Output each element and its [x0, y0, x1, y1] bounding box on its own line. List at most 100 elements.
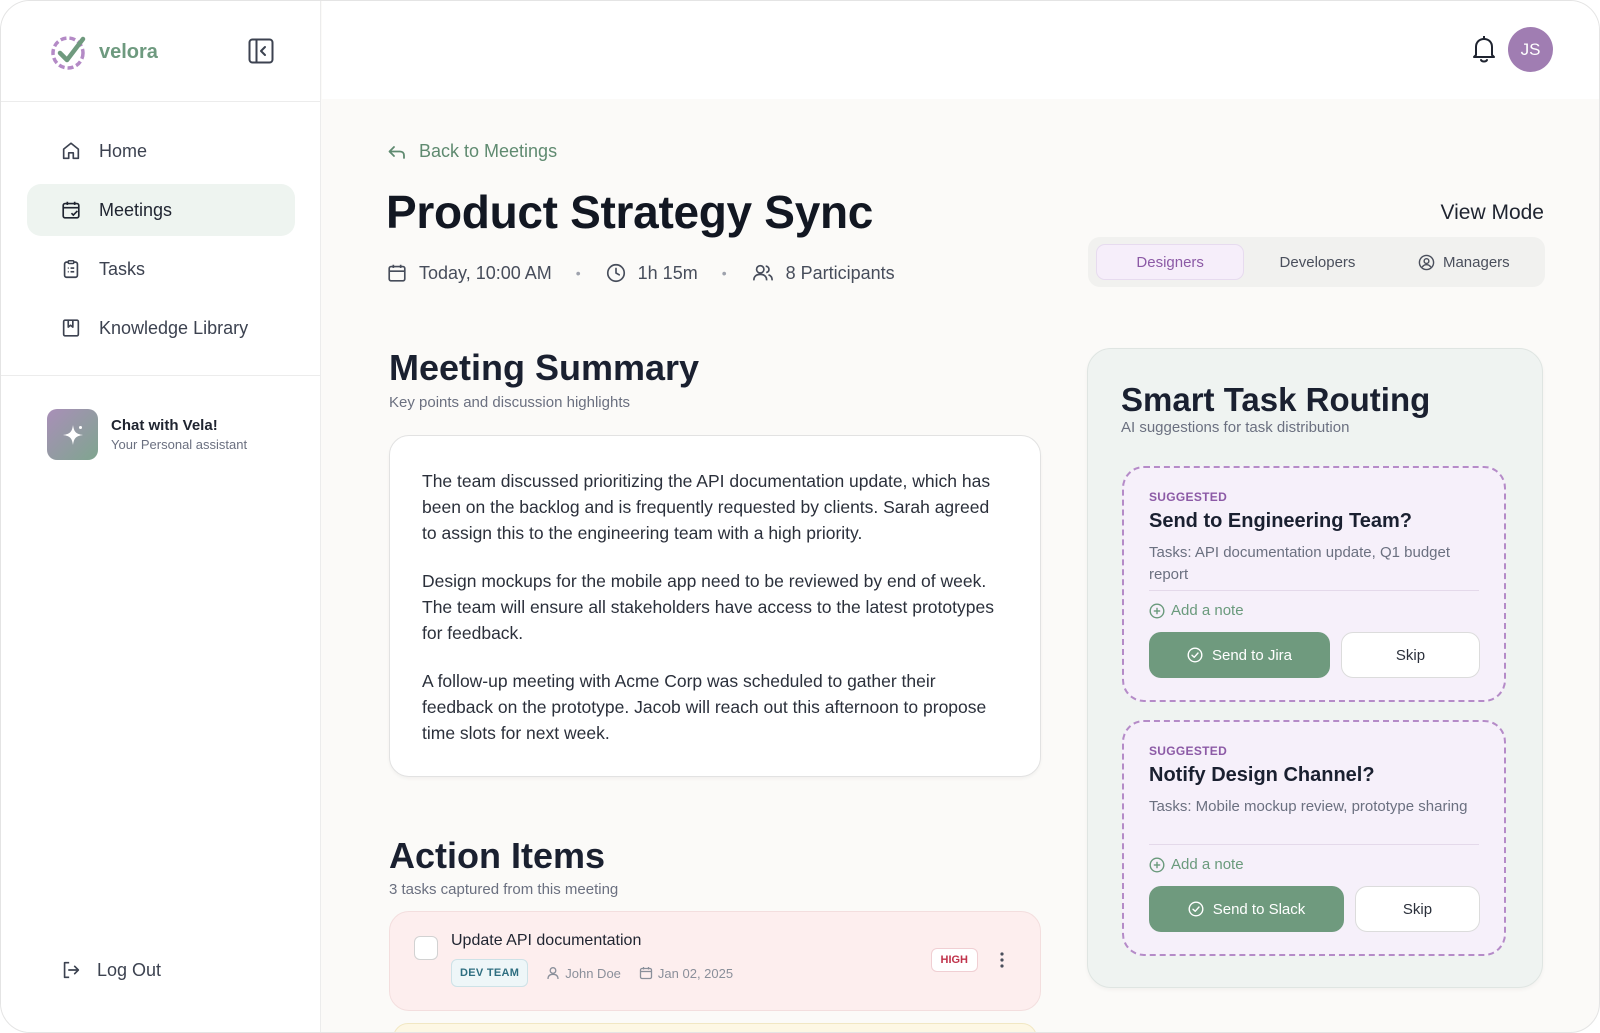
- meeting-participants: 8 Participants: [751, 262, 895, 284]
- summary-paragraph: The team discussed prioritizing the API …: [422, 471, 991, 543]
- sidebar: velora Home Meetings Tasks Knowledge Lib…: [1, 1, 321, 1032]
- due-date-text: Jan 02, 2025: [657, 965, 734, 981]
- suggested-label: SUGGESTED: [1149, 490, 1228, 504]
- team-tag: DEV TEAM: [451, 959, 529, 987]
- add-note-button[interactable]: Add a note: [1149, 856, 1244, 873]
- tab-designers[interactable]: Designers: [1096, 244, 1245, 280]
- user-icon: [547, 967, 559, 980]
- sidebar-item-label: Home: [99, 140, 148, 161]
- summary-title: Meeting Summary: [389, 347, 700, 388]
- suggestion-title: Send to Engineering Team?: [1149, 510, 1412, 532]
- back-to-meetings-link[interactable]: Back to Meetings: [387, 141, 557, 162]
- meta-separator: •: [575, 265, 581, 281]
- sidebar-item-label: Knowledge Library: [99, 317, 249, 338]
- back-label: Back to Meetings: [419, 141, 558, 161]
- sidebar-item-meetings[interactable]: Meetings: [27, 184, 295, 236]
- suggestion-tasks: Tasks: API documentation update, Q1 budg…: [1149, 544, 1451, 583]
- add-note-button[interactable]: Add a note: [1149, 602, 1244, 619]
- home-icon: [62, 142, 80, 160]
- plus-circle-icon: [1149, 856, 1165, 873]
- view-mode-label: View Mode: [1440, 201, 1544, 224]
- view-mode-tabs: Designers Developers Managers: [1088, 237, 1545, 287]
- calendar-icon: [388, 264, 406, 282]
- logout-label: Log Out: [97, 959, 162, 980]
- button-label: Send to Jira: [1211, 646, 1293, 664]
- send-to-jira-button[interactable]: Send to Jira: [1149, 632, 1330, 678]
- logout-button[interactable]: Log Out: [60, 959, 161, 981]
- summary-paragraph: Design mockups for the mobile app need t…: [422, 571, 994, 643]
- sidebar-item-tasks[interactable]: Tasks: [27, 243, 295, 295]
- send-to-slack-button[interactable]: Send to Slack: [1149, 886, 1344, 932]
- user-circle-icon: [1418, 254, 1435, 270]
- action-items-subtitle: 3 tasks captured from this meeting: [389, 881, 619, 898]
- sidebar-item-knowledge-library[interactable]: Knowledge Library: [27, 302, 295, 354]
- tab-label: Designers: [1136, 253, 1204, 271]
- brand-name: velora: [99, 40, 158, 63]
- task-due-date: Jan 02, 2025: [639, 966, 733, 981]
- add-note-label: Add a note: [1171, 602, 1244, 619]
- topbar: JS: [322, 1, 1599, 99]
- meta-separator: •: [721, 265, 727, 281]
- action-items-title: Action Items: [389, 835, 606, 876]
- plus-circle-icon: [1149, 602, 1165, 619]
- sidebar-divider: [1, 101, 321, 102]
- app-window: velora Home Meetings Tasks Knowledge Lib…: [0, 0, 1600, 1033]
- tab-label: Managers: [1442, 253, 1510, 271]
- tab-developers[interactable]: Developers: [1244, 244, 1390, 280]
- more-options-icon[interactable]: [1000, 952, 1004, 968]
- meeting-time: Today, 10:00 AM: [386, 262, 552, 284]
- collapse-sidebar-button[interactable]: [248, 38, 274, 64]
- skip-button[interactable]: Skip: [1341, 632, 1480, 678]
- task-meta: DEV TEAM John Doe Jan 02, 2025: [451, 959, 733, 987]
- action-item[interactable]: [393, 1023, 1037, 1032]
- bookmark-icon: [62, 319, 80, 337]
- suggestion-card: SUGGESTED Send to Engineering Team? Task…: [1122, 466, 1506, 702]
- clock-icon: [606, 263, 625, 283]
- routing-title: Smart Task Routing: [1121, 381, 1431, 418]
- meeting-duration-text: 1h 15m: [637, 262, 698, 283]
- clipboard-icon: [63, 260, 79, 279]
- smart-task-routing-panel: Smart Task Routing AI suggestions for ta…: [1087, 348, 1543, 988]
- chat-with-vela-button[interactable]: Chat with Vela! Your Personal assistant: [47, 409, 247, 460]
- divider: [1149, 590, 1479, 591]
- users-icon: [752, 264, 773, 281]
- task-checkbox[interactable]: [414, 936, 438, 960]
- task-title: Update API documentation: [451, 932, 642, 949]
- chat-title: Chat with Vela!: [111, 417, 218, 434]
- meeting-meta: Today, 10:00 AM • 1h 15m • 8 Participant…: [386, 262, 895, 284]
- bell-icon: [1473, 36, 1495, 63]
- add-note-label: Add a note: [1171, 856, 1244, 873]
- notifications-button[interactable]: [1470, 34, 1498, 64]
- sidebar-item-label: Meetings: [99, 199, 173, 220]
- sidebar-item-home[interactable]: Home: [27, 125, 295, 177]
- page-title: Product Strategy Sync: [386, 186, 874, 238]
- meeting-duration: 1h 15m: [605, 262, 698, 284]
- routing-subtitle: AI suggestions for task distribution: [1121, 419, 1350, 436]
- meeting-time-text: Today, 10:00 AM: [419, 262, 552, 283]
- sidebar-collapse-icon: [248, 38, 274, 64]
- calendar-check-icon: [62, 201, 80, 219]
- summary-subtitle: Key points and discussion highlights: [389, 394, 630, 411]
- calendar-icon: [639, 967, 653, 980]
- sidebar-divider: [1, 375, 321, 376]
- suggested-label: SUGGESTED: [1149, 744, 1228, 758]
- skip-button[interactable]: Skip: [1355, 886, 1480, 932]
- back-arrow-icon: [388, 145, 405, 159]
- assignee-name: John Doe: [565, 965, 621, 981]
- brand[interactable]: velora: [49, 31, 158, 73]
- tab-managers[interactable]: Managers: [1391, 244, 1537, 280]
- suggestion-tasks: Tasks: Mobile mockup review, prototype s…: [1149, 798, 1468, 815]
- summary-card: The team discussed prioritizing the API …: [389, 435, 1041, 777]
- logout-icon: [63, 961, 80, 979]
- avatar[interactable]: JS: [1508, 27, 1553, 72]
- check-circle-icon: [1187, 647, 1203, 663]
- tab-label: Developers: [1279, 253, 1356, 271]
- meeting-participants-text: 8 Participants: [785, 262, 895, 283]
- action-item[interactable]: Update API documentation DEV TEAM John D…: [389, 911, 1041, 1011]
- chat-subtitle: Your Personal assistant: [111, 437, 248, 452]
- sidebar-nav: Home Meetings Tasks Knowledge Library: [27, 125, 295, 361]
- task-assignee: John Doe: [546, 966, 621, 981]
- suggestion-card: SUGGESTED Notify Design Channel? Tasks: …: [1122, 720, 1506, 956]
- check-circle-icon: [1188, 901, 1204, 917]
- suggestion-title: Notify Design Channel?: [1149, 764, 1375, 786]
